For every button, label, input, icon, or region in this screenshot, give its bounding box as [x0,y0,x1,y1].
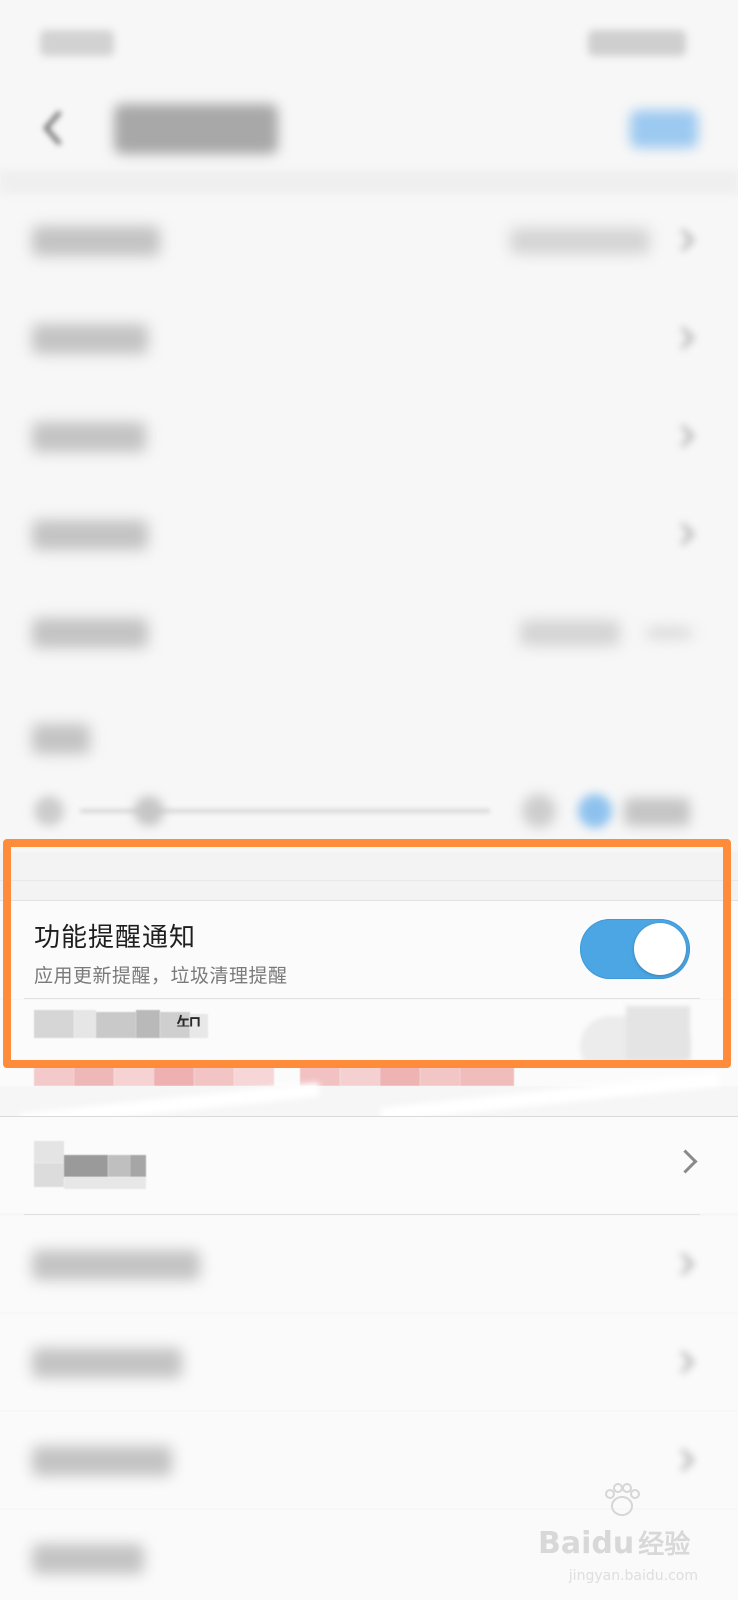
row-divider [24,1214,700,1215]
baidu-paw-icon [605,1483,640,1516]
section-gap-line [0,880,738,881]
function-notice-row[interactable]: 功能提醒通知 应用更新提醒，垃圾清理提醒 [0,901,738,999]
section-gap [0,852,738,901]
blurred-setting-row-3[interactable] [0,388,738,484]
slider-min-icon [34,796,64,826]
chevron-right-icon [680,424,695,448]
blurred-slider-row[interactable] [0,770,738,850]
blurred-setting-row-7[interactable] [0,1216,738,1312]
settings-screen: 功能提醒通知 应用更新提醒，垃圾清理提醒 知 [0,0,738,1600]
function-notice-title: 功能提醒通知 [34,923,197,953]
blurred-label [32,324,148,354]
blurred-label [32,1348,182,1378]
blurred-label [32,422,146,452]
blurred-value [510,228,650,254]
blurred-label [32,1446,172,1476]
row-divider [24,998,700,999]
header-divider [0,170,738,194]
status-time-blurred [40,30,114,56]
blurred-setting-row-5[interactable] [0,584,738,680]
chevron-right-icon [680,326,695,350]
slider-max-icon [522,794,556,828]
slider-knob[interactable] [134,796,164,826]
watermark-brand: Bai [538,1526,592,1561]
blurred-label [32,520,148,550]
watermark-suffix: 经验 [638,1530,691,1560]
status-icons-blurred [588,30,686,56]
blurred-label [32,1544,144,1574]
blurred-label [32,1250,200,1280]
blurred-value-line [646,628,692,638]
chevron-right-icon [680,522,695,546]
blurred-label [32,724,90,754]
blurred-label [32,618,148,648]
watermark-brand-2: du [591,1526,635,1561]
status-bar [0,0,738,88]
header-action-blurred[interactable] [630,110,698,148]
chevron-right-icon [673,1149,698,1174]
page-title-blurred [114,104,278,154]
toggle-knob [634,923,686,975]
pixelated-setting-row[interactable] [0,1117,738,1213]
back-arrow-icon[interactable] [38,106,68,150]
chevron-right-icon [680,1448,695,1472]
pixelated-notice-row[interactable]: 知 [0,1000,738,1060]
blurred-setting-row-1[interactable] [0,192,738,288]
blurred-setting-row-4[interactable] [0,486,738,582]
auto-label-blurred [624,798,690,826]
chevron-right-icon [680,1252,695,1276]
blurred-setting-row-8[interactable] [0,1314,738,1410]
blurred-setting-row-2[interactable] [0,290,738,386]
chevron-right-icon [680,228,695,252]
watermark-url: jingyan.baidu.com [568,1568,698,1584]
header [0,88,738,170]
auto-checkbox[interactable] [578,794,612,828]
blurred-label [32,226,160,256]
chevron-right-icon [680,1350,695,1374]
function-notice-toggle[interactable] [580,919,690,979]
smudge-area [0,1072,738,1128]
function-notice-subtitle: 应用更新提醒，垃圾清理提醒 [34,965,288,987]
blurred-value [520,620,620,646]
